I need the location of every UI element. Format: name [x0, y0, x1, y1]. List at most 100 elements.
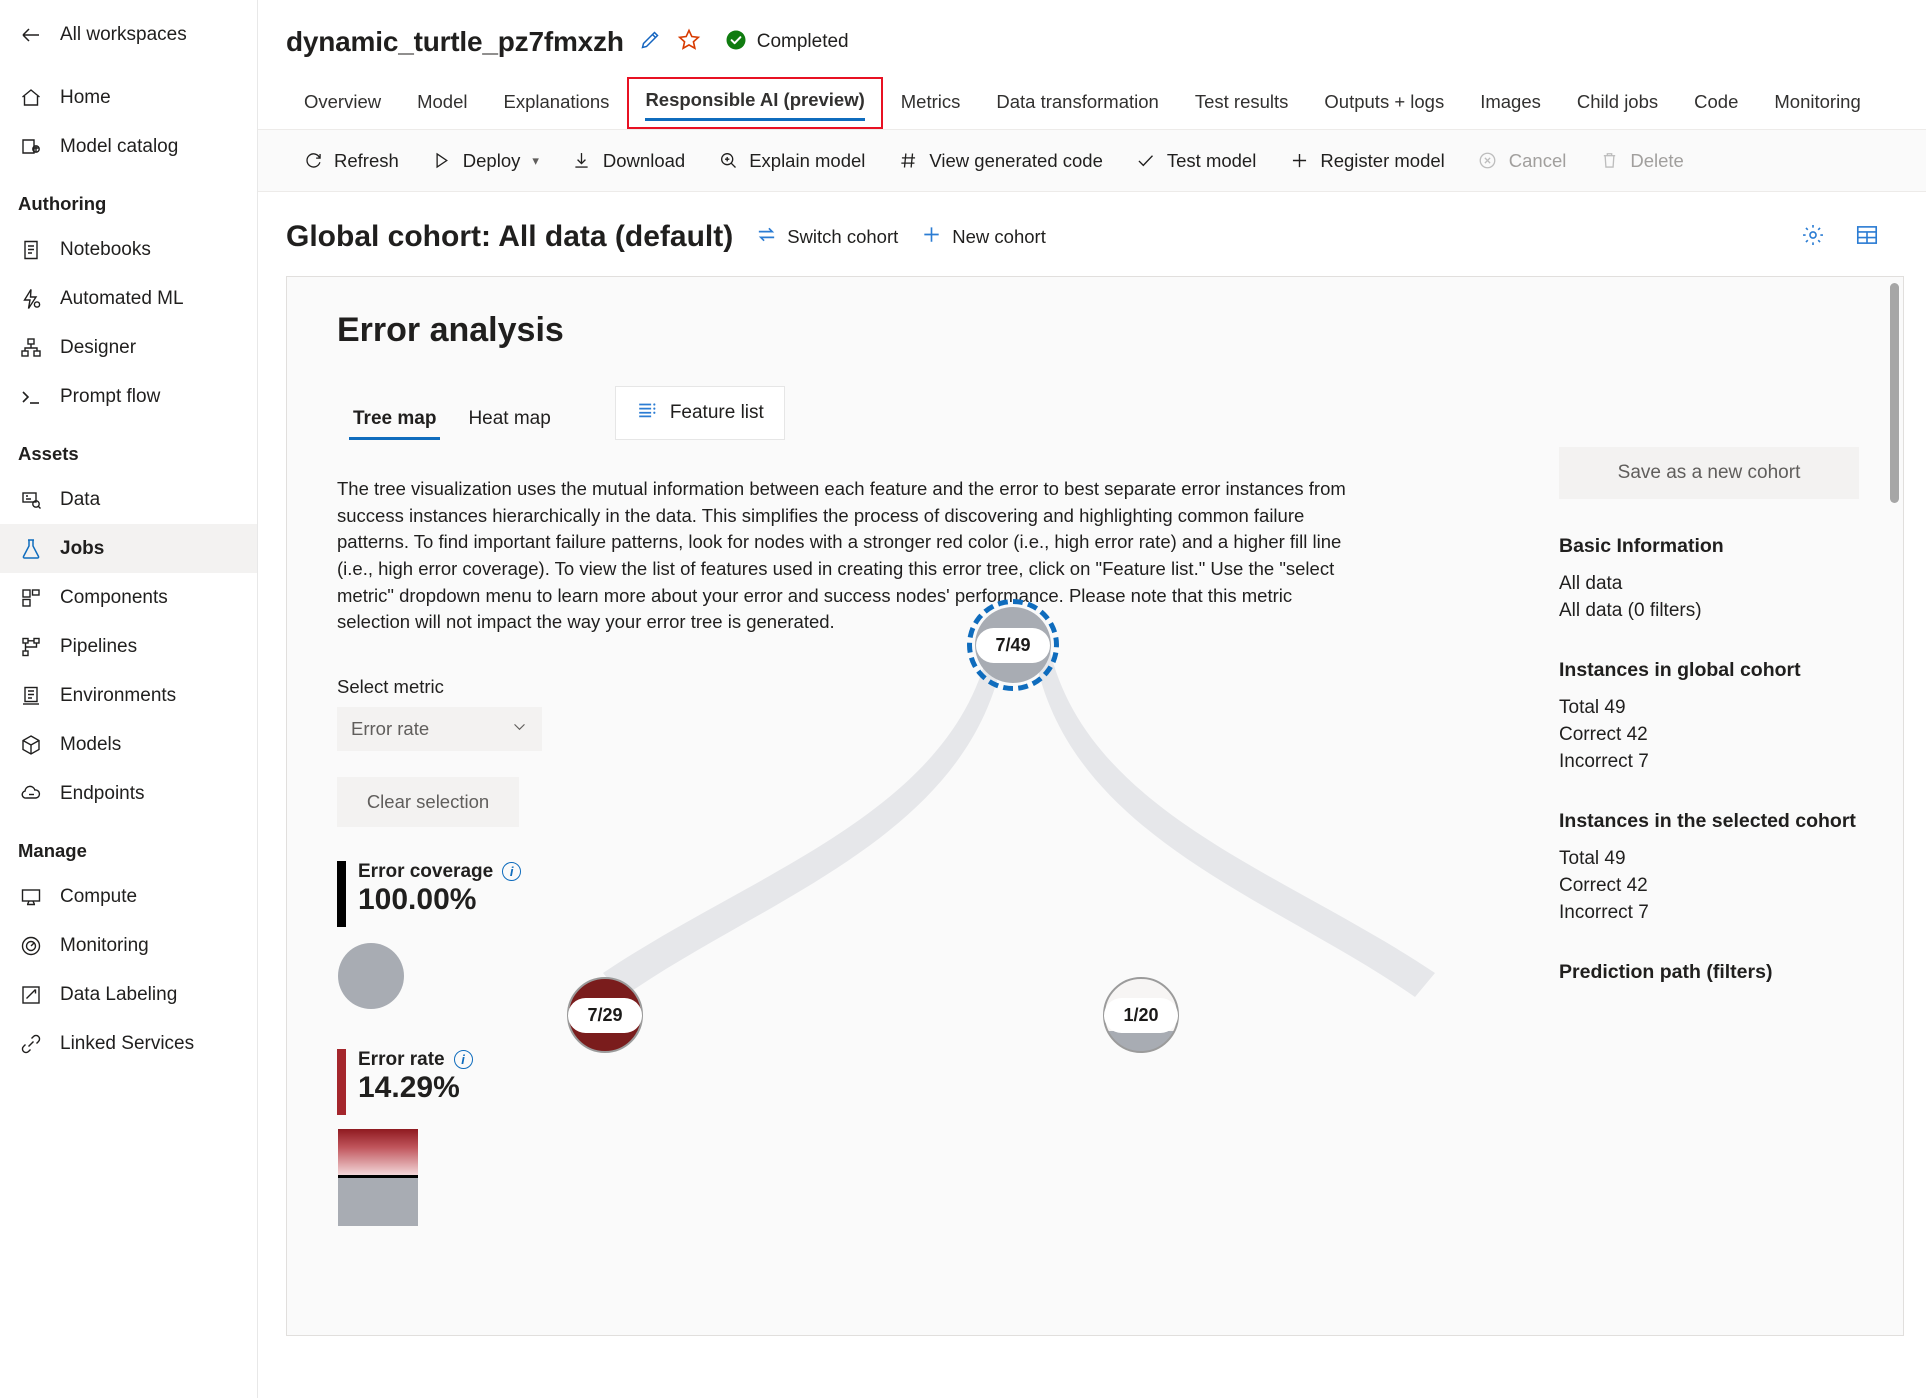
tab-explanations[interactable]: Explanations: [486, 91, 628, 129]
compute-icon: [18, 884, 44, 910]
legend-rate-bar: [337, 1048, 346, 1115]
page-title: dynamic_turtle_pz7fmxzh: [286, 26, 624, 57]
sidebar-item-data[interactable]: Data: [0, 475, 257, 524]
error-tree-map: 7/49 7/29 1/20: [537, 599, 1487, 1297]
tab-outputs-logs[interactable]: Outputs + logs: [1306, 91, 1462, 129]
tab-images[interactable]: Images: [1462, 91, 1559, 129]
info-group-heading: Instances in the selected cohort: [1559, 809, 1856, 832]
error-analysis-tabs: Tree map Heat map Feature list: [337, 384, 1903, 442]
legend-rate-title-row: Error rate i: [358, 1049, 473, 1071]
info-line: Correct 42: [1559, 874, 1648, 896]
magnifier-plus-icon: [717, 150, 739, 172]
tab-label: Test results: [1194, 91, 1289, 112]
plus-icon: [920, 223, 943, 251]
tree-node-left[interactable]: 7/29: [567, 977, 643, 1053]
feature-list-button[interactable]: Feature list: [614, 386, 785, 440]
deploy-button[interactable]: Deploy ▾: [415, 142, 555, 180]
sidebar-item-model-catalog[interactable]: Model catalog: [0, 122, 257, 171]
gear-icon[interactable]: [1800, 222, 1826, 253]
sidebar-item-label: Linked Services: [60, 1032, 195, 1054]
new-cohort-button[interactable]: New cohort: [920, 223, 1046, 251]
main-content: dynamic_turtle_pz7fmxzh Completed Overvi…: [258, 0, 1926, 1398]
legend-coverage-bar: [337, 860, 346, 927]
sidebar-item-endpoints[interactable]: Endpoints: [0, 769, 257, 818]
info-line: All data (0 filters): [1559, 599, 1702, 621]
info-icon[interactable]: i: [453, 1050, 473, 1070]
register-model-button[interactable]: Register model: [1272, 142, 1460, 180]
tab-responsible-ai[interactable]: Responsible AI (preview): [627, 77, 883, 129]
tree-node-root[interactable]: 7/49: [967, 599, 1059, 691]
cancel-button: Cancel: [1461, 142, 1583, 180]
tab-label: Child jobs: [1576, 91, 1659, 112]
tab-metrics[interactable]: Metrics: [883, 91, 979, 129]
select-metric-dropdown[interactable]: Error rate: [337, 706, 542, 751]
tab-child-jobs[interactable]: Child jobs: [1559, 91, 1676, 129]
tab-model[interactable]: Model: [399, 91, 485, 129]
save-as-new-cohort-button[interactable]: Save as a new cohort: [1559, 447, 1859, 499]
sidebar-item-home[interactable]: Home: [0, 73, 257, 122]
sidebar-item-compute[interactable]: Compute: [0, 872, 257, 921]
table-icon[interactable]: [1854, 222, 1880, 253]
sidebar-item-monitoring[interactable]: Monitoring: [0, 921, 257, 970]
tab-heat-map[interactable]: Heat map: [452, 408, 566, 442]
pencil-icon[interactable]: [638, 28, 662, 57]
list-icon: [636, 399, 658, 427]
toolbar-label: Refresh: [334, 149, 399, 171]
tab-label: Monitoring: [1774, 91, 1861, 112]
explain-model-button[interactable]: Explain model: [701, 142, 881, 180]
trash-icon: [1598, 150, 1620, 172]
terminal-icon: [18, 384, 44, 410]
tab-test-results[interactable]: Test results: [1177, 91, 1307, 129]
tab-monitoring[interactable]: Monitoring: [1756, 91, 1878, 129]
sidebar-section-assets: Assets: [18, 443, 79, 464]
sidebar-item-automated-ml[interactable]: Automated ML: [0, 274, 257, 323]
tab-tree-map[interactable]: Tree map: [337, 408, 452, 442]
view-generated-code-button[interactable]: View generated code: [881, 142, 1118, 180]
sidebar: All workspaces Home Model catalog Author…: [0, 0, 258, 1398]
cube-icon: [18, 732, 44, 758]
sidebar-item-environments[interactable]: Environments: [0, 671, 257, 720]
sidebar-item-notebooks[interactable]: Notebooks: [0, 225, 257, 274]
cancel-circle-icon: [1477, 150, 1499, 172]
sidebar-item-label: Components: [60, 586, 168, 608]
star-icon[interactable]: [676, 27, 702, 58]
legend-title-text: Error coverage: [358, 860, 494, 882]
refresh-button[interactable]: Refresh: [286, 142, 415, 180]
environments-icon: [18, 683, 44, 709]
sidebar-item-linked-services[interactable]: Linked Services: [0, 1019, 257, 1068]
download-button[interactable]: Download: [555, 142, 701, 180]
switch-cohort-button[interactable]: Switch cohort: [755, 223, 898, 251]
app-root: All workspaces Home Model catalog Author…: [0, 0, 1926, 1398]
tab-code[interactable]: Code: [1676, 91, 1756, 129]
status-badge: Completed: [724, 28, 849, 57]
tree-node-label: 7/29: [568, 997, 642, 1033]
sidebar-back-all-workspaces[interactable]: All workspaces: [0, 10, 257, 59]
select-metric-label: Select metric: [337, 675, 444, 697]
sidebar-item-components[interactable]: Components: [0, 573, 257, 622]
gauge-icon: [18, 933, 44, 959]
check-circle-icon: [724, 28, 748, 57]
components-icon: [18, 585, 44, 611]
sidebar-item-data-labeling[interactable]: Data Labeling: [0, 970, 257, 1019]
clear-selection-button[interactable]: Clear selection: [337, 776, 519, 827]
toolbar-label: Deploy: [462, 149, 521, 171]
sidebar-item-models[interactable]: Models: [0, 720, 257, 769]
sidebar-item-designer[interactable]: Designer: [0, 323, 257, 372]
flask-icon: [18, 536, 44, 562]
tree-node-right[interactable]: 1/20: [1103, 977, 1179, 1053]
info-group-heading: Basic Information: [1559, 535, 1724, 557]
sidebar-item-jobs[interactable]: Jobs: [0, 524, 257, 573]
info-group-heading: Instances in global cohort: [1559, 658, 1801, 681]
tab-data-transformation[interactable]: Data transformation: [978, 91, 1176, 129]
legend-coverage-value: 100.00%: [358, 882, 477, 916]
job-tabs: Overview Model Explanations Responsible …: [258, 74, 1926, 130]
sidebar-item-prompt-flow[interactable]: Prompt flow: [0, 372, 257, 421]
check-icon: [1135, 150, 1157, 172]
info-icon[interactable]: i: [502, 862, 522, 882]
tab-overview[interactable]: Overview: [286, 91, 399, 129]
test-model-button[interactable]: Test model: [1119, 142, 1272, 180]
sidebar-item-label: Prompt flow: [60, 385, 161, 407]
tab-label: Outputs + logs: [1324, 91, 1445, 112]
toolbar-label: View generated code: [929, 149, 1103, 171]
sidebar-item-pipelines[interactable]: Pipelines: [0, 622, 257, 671]
